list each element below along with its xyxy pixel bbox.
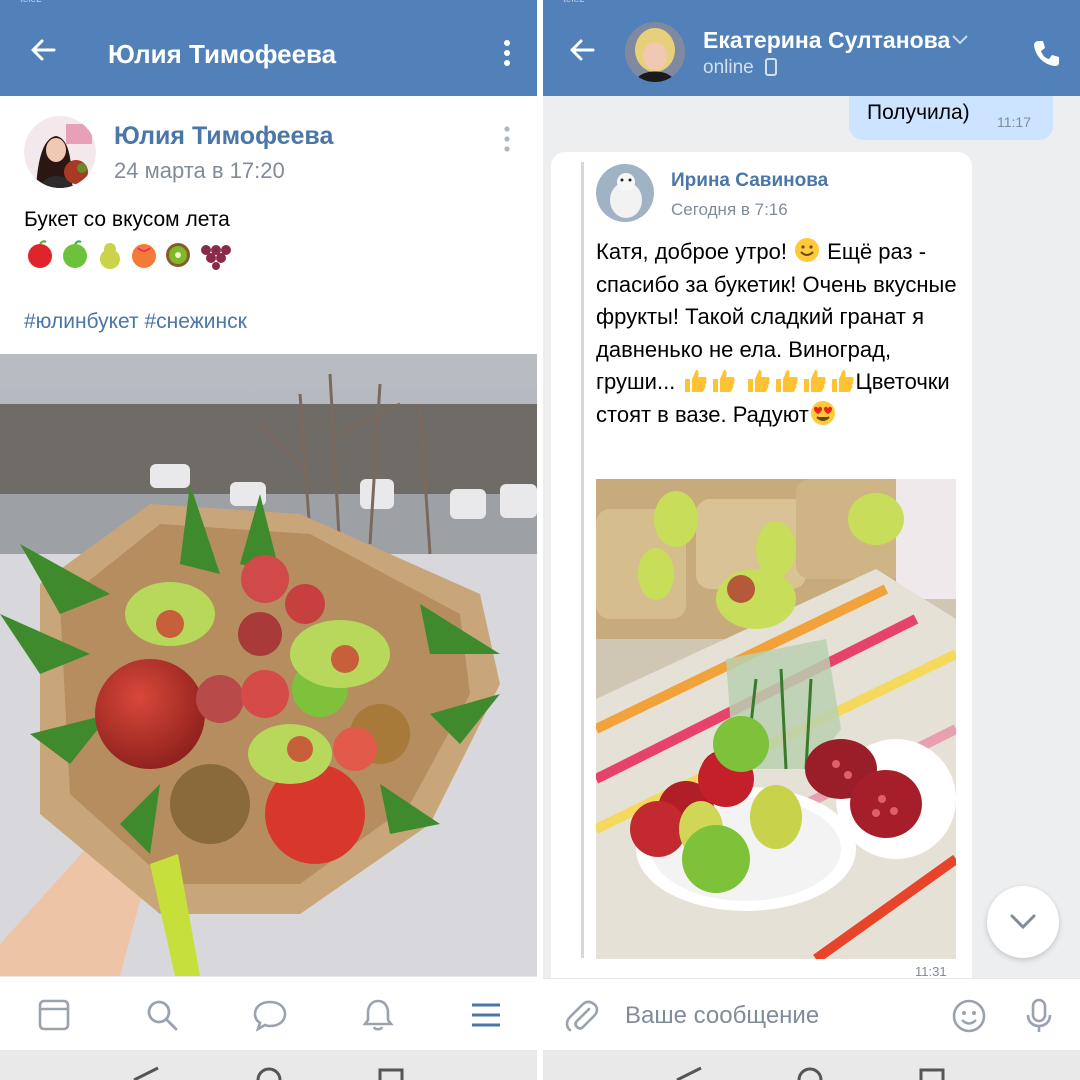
message-text-part-1: Катя, доброе утро! (596, 239, 794, 264)
outgoing-message[interactable]: Получила) 11:17 (849, 96, 1053, 140)
kiwi-icon (166, 243, 190, 267)
menu-icon[interactable] (468, 997, 504, 1033)
system-recents-icon[interactable] (376, 1064, 406, 1080)
phone-call-icon[interactable] (1031, 38, 1061, 68)
forward-message-text: Катя, доброе утро! Ещё раз - спасибо за … (596, 236, 966, 431)
author-avatar[interactable] (24, 116, 96, 188)
thumbs-up-icon (775, 370, 798, 392)
fruit-bouquet-photo[interactable] (0, 354, 537, 976)
contact-name[interactable]: Екатерина Султанова (703, 27, 950, 54)
incoming-message[interactable]: Ирина Савинова Сегодня в 7:16 Катя, добр… (551, 152, 972, 979)
forward-author-avatar[interactable] (596, 164, 654, 222)
fruit-emoji-row (28, 240, 231, 270)
left-screen: tele2 Юлия Тимофеева Юлия Тимофеева 24 м… (0, 0, 537, 1080)
paperclip-icon[interactable] (563, 997, 601, 1035)
right-screen: tele2 Екатерина Султанова online (543, 0, 1080, 1080)
message-input[interactable]: Ваше сообщение (625, 1002, 819, 1030)
thumbs-up-icon (685, 370, 708, 392)
system-home-icon[interactable] (795, 1064, 825, 1080)
carrier-label: tele2 (20, 0, 42, 5)
post-hashtags[interactable]: #юлинбукет #снежинск (24, 310, 247, 334)
notifications-icon[interactable] (360, 997, 396, 1033)
thumbs-up-icon (803, 370, 826, 392)
system-navigation-bar (0, 1050, 537, 1080)
system-back-icon[interactable] (673, 1064, 703, 1080)
chevron-down-icon[interactable] (951, 34, 969, 46)
feed-icon[interactable] (36, 997, 72, 1033)
contact-avatar[interactable] (625, 22, 685, 82)
smiling-face-icon (795, 238, 820, 262)
green-apple-icon (63, 240, 87, 268)
post-header-bar: tele2 Юлия Тимофеева (0, 0, 537, 96)
more-options-icon[interactable] (498, 38, 516, 68)
bottom-navigation (0, 976, 537, 1052)
system-recents-icon[interactable] (917, 1064, 947, 1080)
microphone-icon[interactable] (1020, 997, 1058, 1035)
forward-author-name[interactable]: Ирина Савинова (671, 170, 828, 192)
post-menu-icon[interactable] (498, 124, 516, 154)
back-arrow-icon[interactable] (567, 35, 597, 65)
thumbs-up-icon (713, 370, 736, 392)
scroll-to-bottom-button[interactable] (987, 886, 1059, 958)
search-icon[interactable] (144, 997, 180, 1033)
outgoing-message-text: Получила) (867, 101, 970, 124)
chevron-down-icon (1010, 914, 1036, 930)
forward-indicator-line (581, 162, 584, 958)
back-arrow-icon[interactable] (28, 35, 58, 65)
page-title: Юлия Тимофеева (108, 39, 337, 69)
system-home-icon[interactable] (254, 1064, 284, 1080)
mobile-device-icon (765, 58, 777, 76)
carrier-label: tele2 (563, 0, 585, 5)
thumbs-up-icon (747, 370, 770, 392)
apple-icon (28, 240, 52, 268)
outgoing-message-time: 11:17 (997, 114, 1031, 130)
message-composer: Ваше сообщение (543, 978, 1080, 1052)
grapes-icon (201, 245, 231, 270)
forward-date: Сегодня в 7:16 (671, 200, 788, 219)
post-author-name[interactable]: Юлия Тимофеева (114, 122, 333, 151)
fruit-plate-photo[interactable] (596, 479, 956, 959)
status-text: online (703, 57, 754, 78)
system-navigation-bar (543, 1050, 1080, 1080)
heart-eyes-icon (810, 400, 835, 425)
chat-header-bar: tele2 Екатерина Султанова online (543, 0, 1080, 96)
post-date: 24 марта в 17:20 (114, 158, 285, 183)
thumbs-up-icon (831, 370, 854, 392)
emoji-icon[interactable] (950, 997, 988, 1035)
peach-icon (132, 244, 156, 268)
post-text: Букет со вкусом лета (24, 208, 230, 231)
incoming-message-time: 11:31 (915, 964, 947, 979)
pear-icon (100, 243, 120, 269)
system-back-icon[interactable] (130, 1064, 160, 1080)
messages-icon[interactable] (252, 997, 288, 1033)
contact-status: online (703, 57, 777, 79)
